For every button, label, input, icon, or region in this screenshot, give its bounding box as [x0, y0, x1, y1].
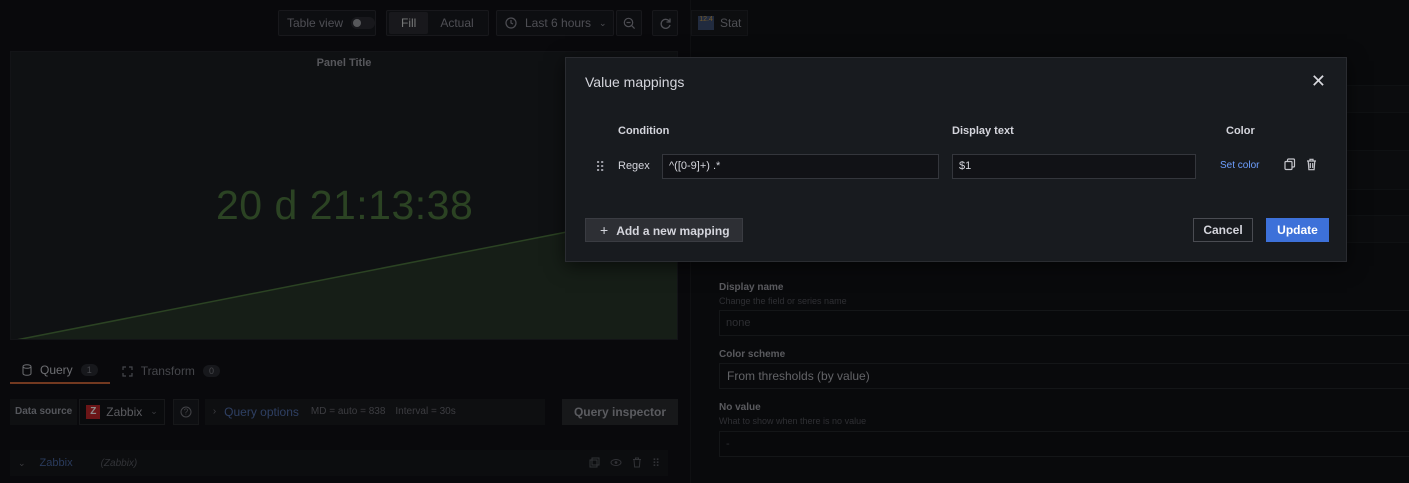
copy-icon[interactable] — [1284, 158, 1296, 171]
modal-title: Value mappings — [585, 74, 685, 90]
update-button[interactable]: Update — [1266, 218, 1329, 242]
add-mapping-label: Add a new mapping — [616, 224, 730, 238]
column-header-condition: Condition — [618, 125, 670, 137]
column-header-color: Color — [1226, 125, 1255, 137]
display-text-input[interactable]: $1 — [952, 154, 1196, 179]
column-header-display-text: Display text — [952, 125, 1014, 137]
close-icon[interactable]: ✕ — [1311, 71, 1326, 92]
add-mapping-button[interactable]: + Add a new mapping — [585, 218, 743, 242]
regex-pattern-input[interactable]: ^([0-9]+) .* — [662, 154, 939, 179]
set-color-link[interactable]: Set color — [1220, 160, 1259, 171]
plus-icon: + — [600, 222, 609, 238]
trash-icon[interactable] — [1306, 158, 1317, 171]
value-mappings-modal: Value mappings ✕ Condition Display text … — [565, 57, 1347, 262]
grafana-panel-editor: Table view Fill Actual Last 6 hours ⌄ Pa… — [0, 0, 1409, 483]
mapping-type-label: Regex — [618, 160, 650, 172]
cancel-button[interactable]: Cancel — [1193, 218, 1253, 242]
drag-handle-icon[interactable]: ⠿ — [595, 159, 605, 176]
